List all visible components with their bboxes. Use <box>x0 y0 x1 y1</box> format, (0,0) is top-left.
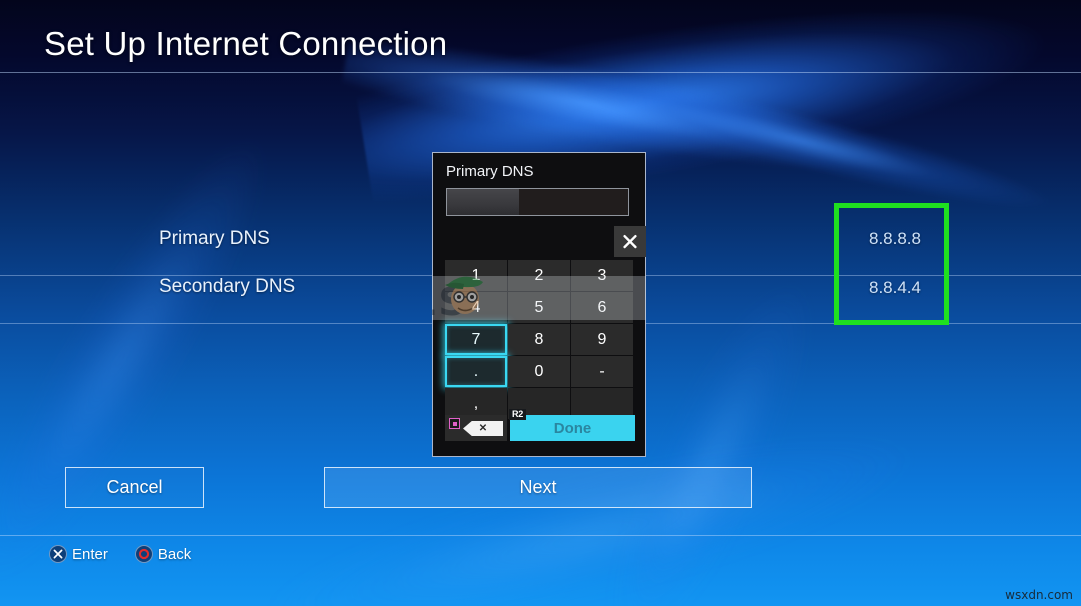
cancel-button[interactable]: Cancel <box>65 467 204 508</box>
header-divider <box>0 72 1081 73</box>
keypad-key-4[interactable]: 4 <box>445 292 507 323</box>
hint-enter-label: Enter <box>72 545 108 563</box>
setting-label-primary-dns: Primary DNS <box>159 228 270 249</box>
square-button-icon <box>449 418 460 429</box>
text-cursor <box>447 189 519 215</box>
page-title: Set Up Internet Connection <box>44 25 448 62</box>
keypad-action-row: ✕ R2 Done <box>445 409 635 441</box>
keypad-key-5[interactable]: 5 <box>508 292 570 323</box>
keypad-key-7[interactable]: 7 <box>445 324 507 355</box>
keypad-key-3[interactable]: 3 <box>571 260 633 291</box>
cross-button-icon <box>49 545 67 563</box>
done-button[interactable]: R2 Done <box>509 409 635 441</box>
footer-divider <box>0 535 1081 536</box>
cancel-button-label: Cancel <box>106 477 163 497</box>
dns-text-input[interactable] <box>446 188 629 216</box>
numeric-keypad-dialog: Primary DNS 1 2 3 4 5 6 7 8 9 . 0 - , ✕ … <box>432 152 646 457</box>
hint-enter: Enter <box>49 545 108 563</box>
keypad-key-8[interactable]: 8 <box>508 324 570 355</box>
next-button-label: Next <box>519 477 557 497</box>
site-watermark: wsxdn.com <box>1005 588 1073 602</box>
hint-back: Back <box>134 545 192 563</box>
close-icon <box>622 234 638 250</box>
footer-hints: Enter Back <box>49 545 191 563</box>
keypad-key-hyphen[interactable]: - <box>571 356 633 387</box>
circle-button-icon <box>134 545 153 563</box>
keypad-key-period[interactable]: . <box>445 356 507 387</box>
ps4-network-setup-screen: Set Up Internet Connection Primary DNS S… <box>0 0 1081 606</box>
keypad-key-1[interactable]: 1 <box>445 260 507 291</box>
keypad-key-2[interactable]: 2 <box>508 260 570 291</box>
keypad-dialog-title: Primary DNS <box>446 163 534 180</box>
keypad-grid: 1 2 3 4 5 6 7 8 9 . 0 - , <box>445 260 635 419</box>
r2-button-badge: R2 <box>509 409 526 420</box>
close-button[interactable] <box>614 226 646 257</box>
hint-back-label: Back <box>157 545 192 563</box>
keypad-key-0[interactable]: 0 <box>508 356 570 387</box>
keypad-key-6[interactable]: 6 <box>571 292 633 323</box>
annotation-highlight-box <box>834 203 949 325</box>
backspace-icon: ✕ <box>463 421 503 436</box>
backspace-key[interactable]: ✕ <box>445 415 507 441</box>
keypad-key-9[interactable]: 9 <box>571 324 633 355</box>
done-button-label: Done <box>553 419 592 437</box>
next-button[interactable]: Next <box>324 467 752 508</box>
setting-label-secondary-dns: Secondary DNS <box>159 276 296 297</box>
